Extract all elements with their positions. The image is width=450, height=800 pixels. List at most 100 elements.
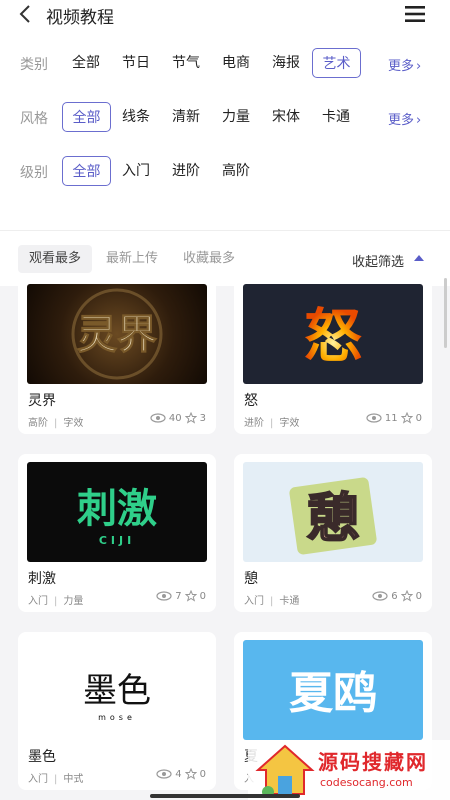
caret-up-icon xyxy=(414,255,424,261)
menu-icon[interactable] xyxy=(404,4,426,24)
eye-icon xyxy=(156,769,172,779)
video-card[interactable]: 灵界 灵界 高阶 | 字效 40 3 xyxy=(18,276,216,434)
eye-icon xyxy=(372,591,388,601)
card-title: 灵界 xyxy=(28,393,56,409)
house-logo-icon xyxy=(255,744,315,798)
card-level: 入门 xyxy=(28,596,48,607)
star-icon xyxy=(184,590,197,602)
chip-style-fresh[interactable]: 清新 xyxy=(166,102,206,132)
video-card[interactable]: 憩 憩 入门 | 卡通 6 0 xyxy=(234,454,432,612)
card-meta: 进阶 | 字效 xyxy=(244,414,299,429)
collapse-filter-button[interactable]: 收起筛选 xyxy=(352,251,404,270)
card-stats: 6 0 xyxy=(372,590,422,602)
page-title: 视频教程 xyxy=(46,8,114,28)
chip-category-all[interactable]: 全部 xyxy=(66,48,106,78)
card-meta: 入门 | 卡通 xyxy=(244,592,299,607)
star-icon xyxy=(184,412,197,424)
thumbnail-art: 怒 xyxy=(304,302,362,370)
video-card[interactable]: 墨色 mose 墨色 入门 | 中式 4 0 xyxy=(18,632,216,790)
sort-tab-most-viewed[interactable]: 观看最多 xyxy=(18,245,93,273)
sort-tab-newest[interactable]: 最新上传 xyxy=(95,245,169,273)
chevron-left-icon[interactable] xyxy=(14,2,38,26)
filter-label-style: 风格 xyxy=(20,111,48,127)
thumbnail-subtext: CIJI xyxy=(99,534,135,547)
filter-panel: 类别 全部 节日 节气 电商 海报 艺术 更多 › 风格 全部 线条 清新 力量 … xyxy=(0,30,450,286)
video-thumbnail: 怒 xyxy=(243,284,423,384)
chip-category-solar-term[interactable]: 节气 xyxy=(166,48,206,78)
sort-tab-most-favorited[interactable]: 收藏最多 xyxy=(172,245,246,273)
meta-separator: | xyxy=(54,418,58,429)
chip-level-intermediate[interactable]: 进阶 xyxy=(166,156,206,186)
card-tag: 字效 xyxy=(279,418,300,429)
more-style-link[interactable]: 更多 › xyxy=(388,109,421,128)
video-thumbnail: 刺激 CIJI xyxy=(27,462,207,562)
card-tag: 力量 xyxy=(63,596,84,607)
watermark-text: 源码搜藏网 xyxy=(318,750,428,774)
video-thumbnail: 墨色 mose xyxy=(27,640,207,740)
card-stats: 4 0 xyxy=(156,768,206,780)
thumbnail-art: 墨色 mose xyxy=(83,671,151,722)
eye-icon xyxy=(156,591,172,601)
chip-style-cartoon[interactable]: 卡通 xyxy=(316,102,356,132)
card-stats: 11 0 xyxy=(366,412,422,424)
watermark-subtext: codesocang.com xyxy=(320,776,413,789)
chevron-right-icon: › xyxy=(416,59,422,74)
filter-label-category: 类别 xyxy=(20,57,48,73)
chip-category-ecommerce[interactable]: 电商 xyxy=(216,48,256,78)
card-meta: 入门 | 中式 xyxy=(28,770,83,785)
header: 视频教程 xyxy=(0,0,450,30)
chip-style-power[interactable]: 力量 xyxy=(216,102,256,132)
chip-category-festival[interactable]: 节日 xyxy=(116,48,156,78)
thumbnail-text: 墨色 xyxy=(83,671,151,711)
video-thumbnail: 憩 xyxy=(243,462,423,562)
star-icon xyxy=(400,590,413,602)
chip-level-beginner[interactable]: 入门 xyxy=(116,156,156,186)
thumbnail-text: 灵界 xyxy=(77,311,157,358)
card-tag: 字效 xyxy=(63,418,84,429)
chip-level-advanced[interactable]: 高阶 xyxy=(216,156,256,186)
filter-row-style: 风格 全部 线条 清新 力量 宋体 卡通 更多 › xyxy=(0,100,450,134)
card-title: 刺激 xyxy=(28,571,56,587)
filter-row-level: 级别 全部 入门 进阶 高阶 xyxy=(0,154,450,188)
meta-separator: | xyxy=(54,774,58,785)
card-title: 憩 xyxy=(244,571,258,587)
filter-row-category: 类别 全部 节日 节气 电商 海报 艺术 更多 › xyxy=(0,46,450,80)
chevron-right-icon: › xyxy=(416,113,422,128)
video-card[interactable]: 刺激 CIJI 刺激 入门 | 力量 7 0 xyxy=(18,454,216,612)
chip-style-line[interactable]: 线条 xyxy=(116,102,156,132)
thumbnail-art: 灵界 xyxy=(71,288,163,380)
card-title: 怒 xyxy=(244,393,258,409)
star-icon xyxy=(400,412,413,424)
view-count: 7 xyxy=(175,590,182,602)
card-meta: 入门 | 力量 xyxy=(28,592,83,607)
favorite-count: 3 xyxy=(199,412,206,424)
favorite-count: 0 xyxy=(415,590,422,602)
meta-separator: | xyxy=(54,596,58,607)
card-stats: 7 0 xyxy=(156,590,206,602)
chip-style-all[interactable]: 全部 xyxy=(62,102,111,132)
chip-style-song[interactable]: 宋体 xyxy=(266,102,306,132)
video-thumbnail: 夏鸥 xyxy=(243,640,423,740)
eye-icon xyxy=(150,413,166,423)
home-indicator xyxy=(150,794,300,798)
chip-category-art[interactable]: 艺术 xyxy=(312,48,361,78)
star-icon xyxy=(184,768,197,780)
card-level: 入门 xyxy=(244,596,264,607)
scrollbar[interactable] xyxy=(444,278,447,348)
more-label: 更多 xyxy=(388,113,415,128)
chip-level-all[interactable]: 全部 xyxy=(62,156,111,186)
view-count: 6 xyxy=(391,590,398,602)
thumbnail-text: 憩 xyxy=(307,489,359,549)
favorite-count: 0 xyxy=(199,768,206,780)
more-label: 更多 xyxy=(388,59,415,74)
video-thumbnail: 灵界 xyxy=(27,284,207,384)
thumbnail-text: 怒 xyxy=(304,302,362,370)
thumbnail-text: 刺激 xyxy=(77,486,157,532)
meta-separator: | xyxy=(270,596,274,607)
video-card[interactable]: 怒 怒 进阶 | 字效 11 0 xyxy=(234,276,432,434)
card-level: 进阶 xyxy=(244,418,264,429)
chip-category-poster[interactable]: 海报 xyxy=(266,48,306,78)
card-level: 入门 xyxy=(28,774,48,785)
more-category-link[interactable]: 更多 › xyxy=(388,55,421,74)
watermark: 源码搜藏网 codesocang.com xyxy=(248,740,450,800)
